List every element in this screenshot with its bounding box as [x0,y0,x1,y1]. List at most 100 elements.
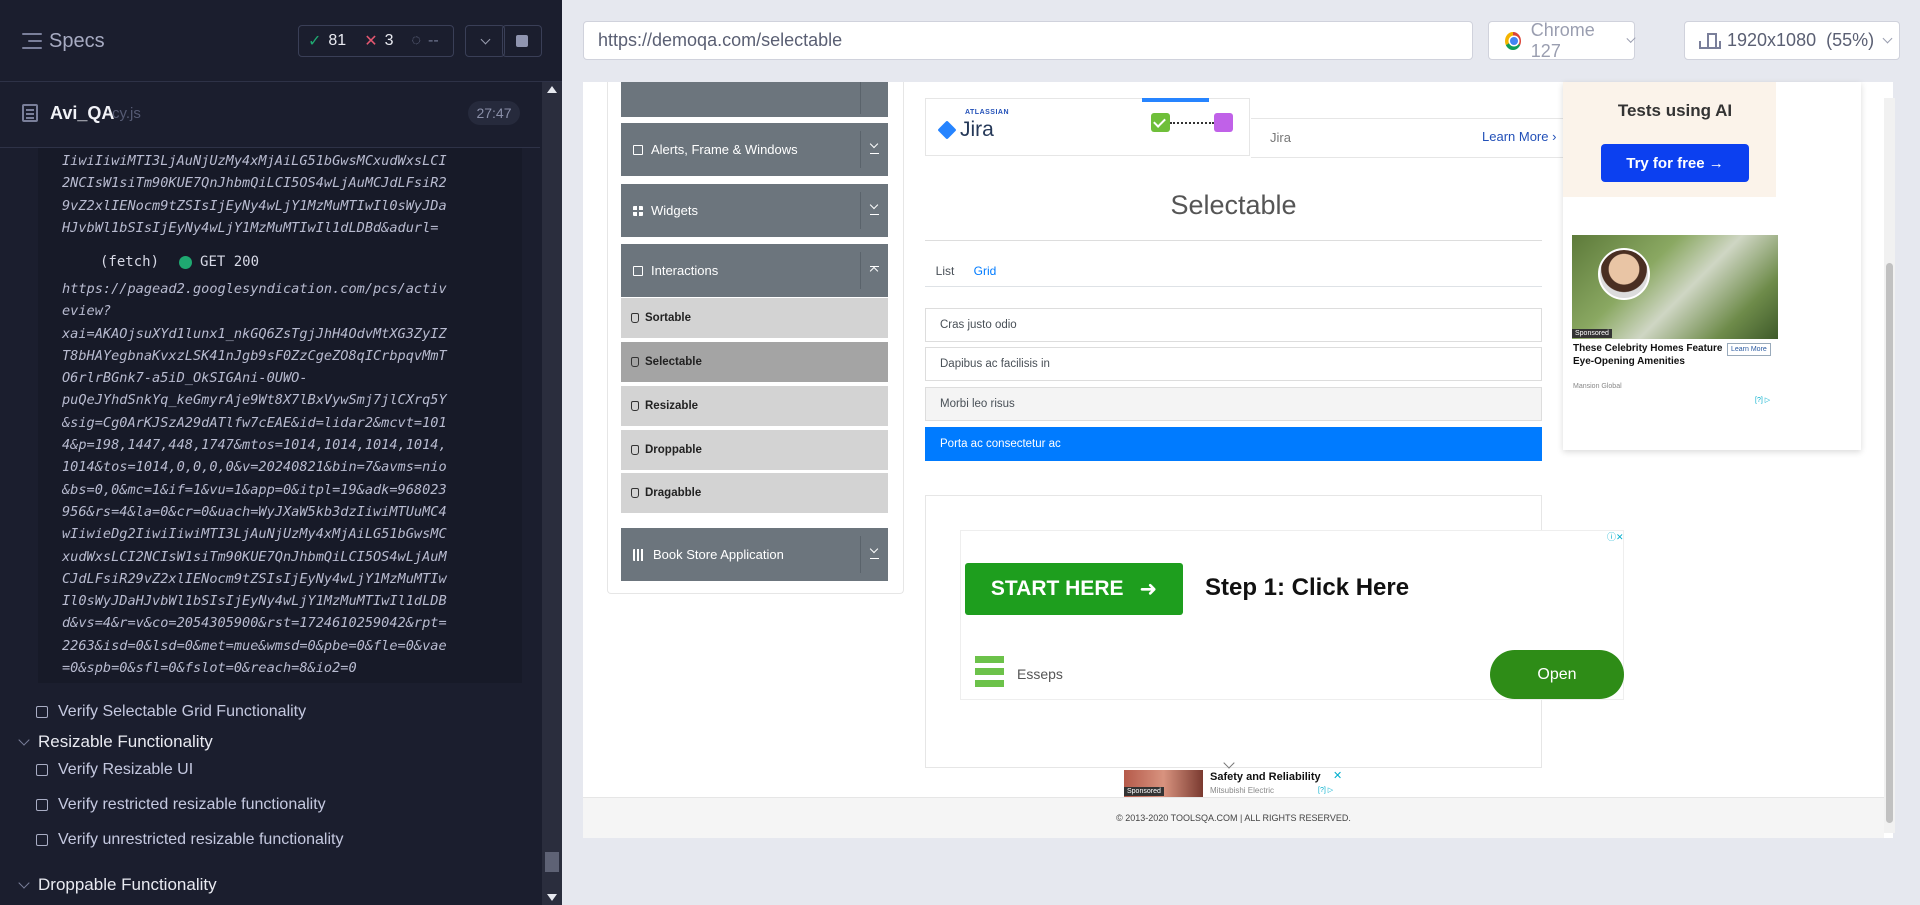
selectable-list-item[interactable]: Morbi leo risus [925,387,1542,421]
pending-count: -- [428,32,439,49]
test-status-checkbox-icon [36,799,48,811]
menu-item-dragabble[interactable]: Dragabble [621,473,888,515]
viewport-zoom: (55%) [1826,30,1875,50]
menu-group-label: Widgets [651,203,698,218]
log-text-top: IiwiIiwiMTI3LjAuNjUzMy4xMjAiLG51bGwsMCxu… [62,153,447,236]
specs-menu-icon[interactable] [22,33,42,49]
jira-logo: Jira [937,118,994,142]
command-log[interactable]: IiwiIiwiMTI3LjAuNjUzMy4xMjAiLG51bGwsMCxu… [0,148,540,905]
log-text-bottom: https://pagead2.googlesyndication.com/pc… [62,281,447,677]
close-icon[interactable]: ✕ [1333,769,1342,782]
test-item[interactable]: Verify Selectable Grid Functionality [36,701,306,723]
bottom-ad-title[interactable]: Safety and Reliability [1210,771,1321,783]
test-item[interactable]: Verify restricted resizable functionalit… [36,794,326,816]
test-status-checkbox-icon [36,706,48,718]
interactions-icon [633,265,643,276]
brand-menu-icon [975,656,1004,692]
download-arrow-icon [870,206,879,215]
test-item[interactable]: Verify unrestricted resizable functional… [36,829,343,851]
run-stats: ✓ 81 ✕ 3 ◌ -- [298,25,454,57]
menu-group-interactions[interactable]: Interactions [621,244,888,297]
tab-grid[interactable]: Grid [965,256,1005,286]
pending-spinner-icon: ◌ [411,32,422,49]
passed-check-icon: ✓ [308,33,322,50]
stop-icon [516,35,528,47]
expand-toggle[interactable] [860,192,888,229]
scrollbar-thumb[interactable] [545,852,559,872]
menu-item-sortable[interactable]: Sortable [621,298,888,340]
tabs-divider [925,286,1542,287]
menu-group-partial[interactable] [621,82,888,117]
list-item-icon [631,401,639,411]
spec-file-ext: cy.js [112,105,141,122]
scroll-down-arrow-icon[interactable] [547,894,557,901]
menu-item-droppable[interactable]: Droppable [621,430,888,472]
ad-brand-name: Esseps [1017,666,1063,682]
scrollbar-thumb[interactable] [1886,263,1893,823]
adchoices-icon[interactable]: [?] ▷ [1755,396,1770,404]
menu-group-widgets[interactable]: Widgets [621,184,888,237]
failed-count: 3 [384,32,394,49]
fetch-log-line[interactable]: (fetch) GET 200 [100,254,259,270]
suite-item[interactable]: Resizable Functionality [18,730,213,754]
ad-open-button[interactable]: Open [1490,650,1624,699]
ad-close-icon[interactable]: ⓘ✕ [1607,530,1624,543]
download-arrow-icon [870,145,879,154]
expand-toggle[interactable] [860,536,888,573]
chevron-down-icon [18,734,30,746]
url-bar[interactable]: https://demoqa.com/selectable [583,21,1473,60]
menu-item-label: Droppable [645,444,702,456]
jira-logo-text: Jira [960,118,994,141]
download-arrow-icon [870,550,879,559]
expand-toggle[interactable] [860,131,888,168]
test-item[interactable]: Verify Resizable UI [36,759,193,781]
file-icon [22,104,38,122]
test-label: Verify unrestricted resizable functional… [58,831,344,848]
status-success-dot-icon [179,255,193,269]
suite-item[interactable]: Droppable Functionality [18,873,217,897]
viewport-icon [1699,32,1721,49]
menu-group-alerts[interactable]: Alerts, Frame & Windows [621,123,888,176]
sponsored-learn-more-button[interactable]: Learn More [1727,343,1771,356]
list-item-icon [631,357,639,367]
menu-item-resizable[interactable]: Resizable [621,386,888,428]
collapse-all-button[interactable] [465,25,505,57]
sponsored-headline[interactable]: These Celebrity Homes Feature Eye-Openin… [1573,342,1723,368]
selectable-list-item-active[interactable]: Porta ac consectetur ac [925,427,1542,461]
menu-item-label: Dragabble [645,487,702,499]
celebrity-avatar [1598,248,1650,300]
collapse-toggle[interactable] [860,252,888,289]
browser-selector[interactable]: Chrome 127 [1488,19,1636,61]
menu-group-book-store[interactable]: Book Store Application [621,528,888,581]
specs-label[interactable]: Specs [49,30,105,53]
passed-count: 81 [328,32,347,49]
spec-file-name[interactable]: Avi_QA [50,103,114,124]
page-scrollbar[interactable] [1884,98,1895,833]
upload-arrow-icon [870,266,879,275]
scroll-up-arrow-icon[interactable] [547,86,557,93]
title-divider [925,240,1542,241]
group-expand [860,82,888,114]
viewport-selector[interactable]: 1920x1080 (55%) [1684,21,1900,60]
selectable-list-item[interactable]: Cras justo odio [925,308,1542,342]
browser-name: Chrome 127 [1530,19,1595,61]
ad-start-here-button[interactable]: START HERE ➜ [965,563,1183,615]
grid-icon [633,205,643,216]
chevron-down-icon [18,877,30,889]
list-item-icon [631,313,639,323]
selectable-list-item[interactable]: Dapibus ac facilisis in [925,347,1542,381]
jira-learn-more-link[interactable]: Learn More › [1482,129,1556,144]
test-status-checkbox-icon [36,764,48,776]
adchoices-icon[interactable]: [?] ▷ [1318,786,1333,794]
arrow-right-icon: ➜ [1139,577,1158,601]
reporter-scrollbar[interactable] [542,82,562,905]
purple-square-icon [1214,113,1233,132]
menu-item-label: Selectable [645,356,702,368]
menu-item-selectable[interactable]: Selectable [621,342,888,384]
chevron-down-icon [1626,33,1636,44]
ad-step-text[interactable]: Step 1: Click Here [1205,574,1409,602]
stop-button[interactable] [502,25,542,57]
try-for-free-button[interactable]: Try for free → [1601,144,1749,182]
menu-item-label: Resizable [645,400,699,412]
tab-list[interactable]: List [925,256,965,286]
